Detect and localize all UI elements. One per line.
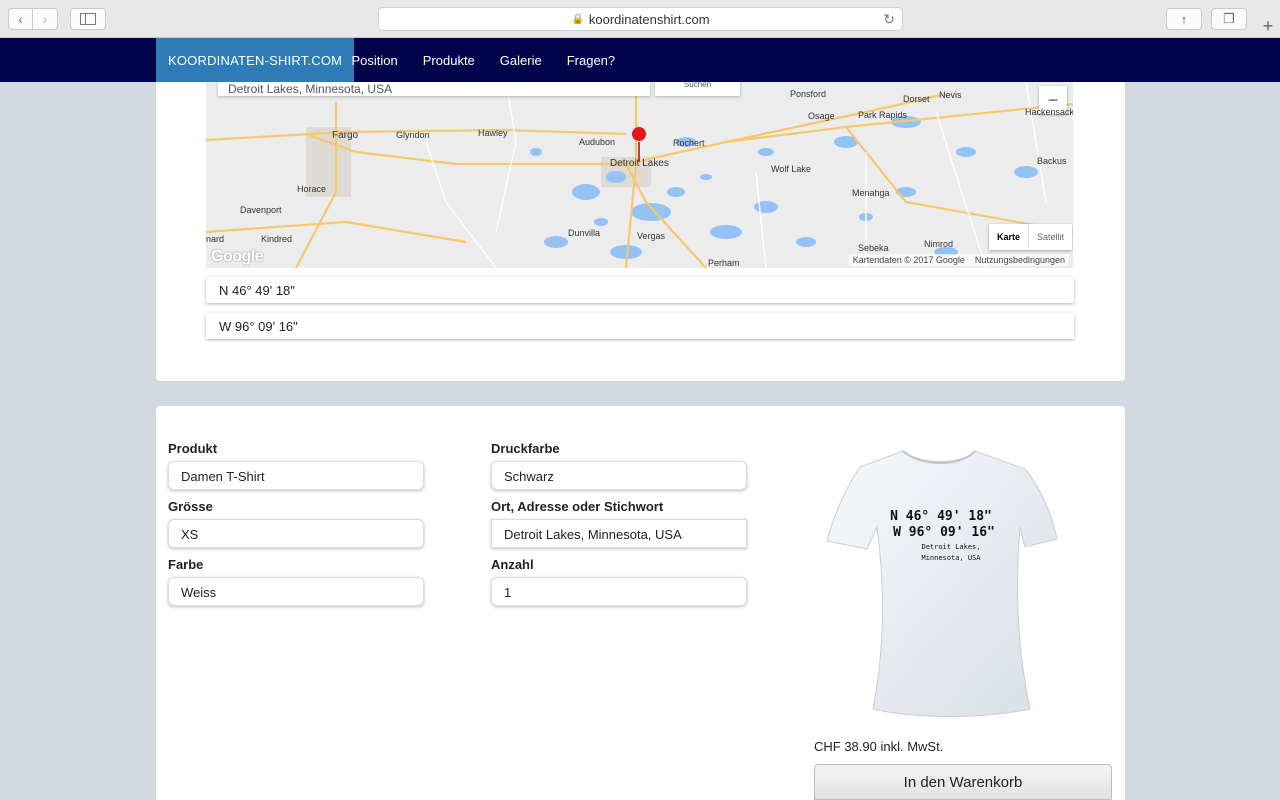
shirt-print-line4: Minnesota, USA xyxy=(921,554,981,562)
map-place-label: Backus xyxy=(1037,156,1067,166)
shirt-print-line2: W 96° 09' 16" xyxy=(893,525,995,540)
latitude-field[interactable]: N 46° 49' 18" xyxy=(206,277,1074,303)
back-icon[interactable]: ‹ xyxy=(8,8,33,30)
price-label: CHF 38.90 inkl. MwSt. xyxy=(814,739,944,754)
map-place-label: Dorset xyxy=(903,94,930,104)
new-tab-icon[interactable]: + xyxy=(1256,14,1280,38)
google-logo: Google xyxy=(211,248,264,265)
nav-link-galerie[interactable]: Galerie xyxy=(487,38,554,82)
map-place-label: Sebeka xyxy=(858,243,889,253)
map-place-label: Vergas xyxy=(637,231,666,241)
map-type-karte[interactable]: Karte xyxy=(989,224,1030,250)
map-place-label: Wolf Lake xyxy=(771,164,811,174)
map-place-label: Hackensack xyxy=(1025,107,1073,117)
map-place-label: Osage xyxy=(808,111,835,121)
farbe-select[interactable]: Weiss xyxy=(168,577,424,606)
url-text: koordinatenshirt.com xyxy=(588,11,710,27)
map-place-label: Detroit Lakes xyxy=(610,158,669,169)
produkt-select[interactable]: Damen T-Shirt xyxy=(168,461,424,490)
map-data-credit: Kartendaten © 2017 Google xyxy=(852,255,965,265)
map-credit: Kartendaten © 2017 Google Nutzungsbeding… xyxy=(848,254,1069,266)
tshirt-preview: N 46° 49' 18" W 96° 09' 16" Detroit Lake… xyxy=(826,450,1057,717)
druckfarbe-label: Druckfarbe xyxy=(491,441,560,456)
map-place-label: Perham xyxy=(708,258,740,268)
map-place-label: Hawley xyxy=(478,128,508,138)
site-navbar: KOORDINATEN-SHIRT.COM Position Produkte … xyxy=(0,38,1280,82)
nav-link-produkte[interactable]: Produkte xyxy=(410,38,487,82)
groesse-label: Grösse xyxy=(168,499,213,514)
druckfarbe-select[interactable]: Schwarz xyxy=(491,461,747,490)
map-place-label: Menahga xyxy=(852,188,890,198)
reload-icon[interactable]: ↻ xyxy=(883,11,895,28)
ort-input[interactable]: Detroit Lakes, Minnesota, USA xyxy=(491,519,747,548)
map-place-label: Nimrod xyxy=(924,239,954,249)
map-place-label: Park Rapids xyxy=(858,110,908,120)
nav-link-fragen[interactable]: Fragen? xyxy=(554,38,627,82)
map-place-label: Fargo xyxy=(332,130,359,141)
map-place-label: Davenport xyxy=(240,205,282,215)
nav-links: Position Produkte Galerie Fragen? xyxy=(339,38,628,82)
browser-toolbar: ‹ › 🔒 koordinatenshirt.com ↻ ↑ ❐ + xyxy=(0,0,1280,38)
map-place-label: nard xyxy=(206,234,225,244)
history-buttons: ‹ › xyxy=(8,8,58,30)
groesse-select[interactable]: XS xyxy=(168,519,424,548)
map-type-control: Karte Satellit xyxy=(989,224,1073,250)
map-place-label: Dunvilla xyxy=(568,228,601,238)
map-place-label: Horace xyxy=(297,184,327,194)
map-place-label: Ponsford xyxy=(790,89,827,99)
share-icon[interactable]: ↑ xyxy=(1166,8,1202,30)
map-type-satellit[interactable]: Satellit xyxy=(1029,224,1072,250)
nav-link-position[interactable]: Position xyxy=(339,38,410,82)
shirt-print-line3: Detroit Lakes, xyxy=(921,543,980,551)
address-bar[interactable]: 🔒 koordinatenshirt.com ↻ xyxy=(378,7,903,31)
shirt-print-line1: N 46° 49' 18" xyxy=(890,509,992,524)
lock-icon: 🔒 xyxy=(571,13,584,25)
map-place-label: Audubon xyxy=(579,137,616,147)
add-to-cart-button[interactable]: In den Warenkorb xyxy=(814,764,1112,800)
produkt-label: Produkt xyxy=(168,441,218,456)
longitude-field[interactable]: W 96° 09' 16" xyxy=(206,313,1074,339)
map-search-button[interactable]: Suchen xyxy=(655,82,740,96)
google-map[interactable]: Detroit Lakes, Minnesota, USA Suchen − P… xyxy=(206,82,1073,268)
anzahl-input[interactable]: 1 xyxy=(491,577,747,606)
map-place-label: Glyndon xyxy=(396,130,430,140)
brand-link[interactable]: KOORDINATEN-SHIRT.COM xyxy=(156,38,355,82)
map-place-label: Rochert xyxy=(673,138,705,148)
map-search-input[interactable]: Detroit Lakes, Minnesota, USA xyxy=(218,82,650,96)
ort-label: Ort, Adresse oder Stichwort xyxy=(491,499,664,514)
anzahl-label: Anzahl xyxy=(491,557,534,572)
sidebar-icon[interactable] xyxy=(70,8,106,30)
forward-icon[interactable]: › xyxy=(33,8,58,30)
map-terms-link[interactable]: Nutzungsbedingungen xyxy=(975,255,1065,265)
farbe-label: Farbe xyxy=(168,557,204,572)
map-place-label: Nevis xyxy=(939,90,962,100)
tabs-icon[interactable]: ❐ xyxy=(1211,8,1247,30)
map-place-label: Kindred xyxy=(261,234,293,244)
